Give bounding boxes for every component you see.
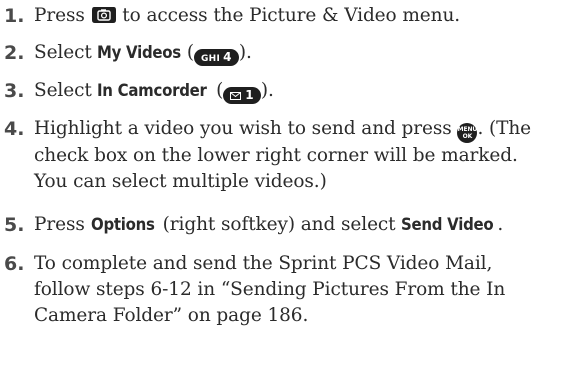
- step-text: Select In Camcorder(1).: [34, 80, 274, 104]
- step-text: Press Options (right softkey) and select…: [34, 212, 574, 238]
- menu-option-send-video: Send Video: [401, 215, 494, 235]
- step-number: 3.: [4, 80, 25, 102]
- step-text: Select My Videos(GHI 4).: [34, 42, 252, 66]
- step-text: To complete and send the Sprint PCS Vide…: [34, 253, 506, 326]
- menu-option-my-videos: My Videos: [97, 43, 182, 63]
- keypad-4-key-icon: GHI 4: [194, 49, 239, 66]
- step-number: 4.: [4, 118, 25, 140]
- menu-ok-key-icon: MENU OK: [457, 123, 478, 143]
- step-text: Press to access the Picture & Video menu…: [34, 5, 461, 26]
- softkey-options: Options: [90, 215, 155, 235]
- step-number: 6.: [4, 253, 25, 275]
- step-text: Highlight a video you wish to send and p…: [34, 118, 532, 192]
- menu-option-in-camcorder: In Camcorder: [97, 81, 208, 101]
- envelope-icon: [230, 92, 242, 100]
- instruction-steps: 1. Press to access the Picture & Video m…: [0, 0, 580, 367]
- keypad-1-key-icon: 1: [223, 87, 261, 104]
- step-number: 5.: [4, 214, 25, 236]
- step-number: 1.: [4, 5, 25, 27]
- step-number: 2.: [4, 42, 25, 64]
- camera-key-icon: [91, 7, 116, 23]
